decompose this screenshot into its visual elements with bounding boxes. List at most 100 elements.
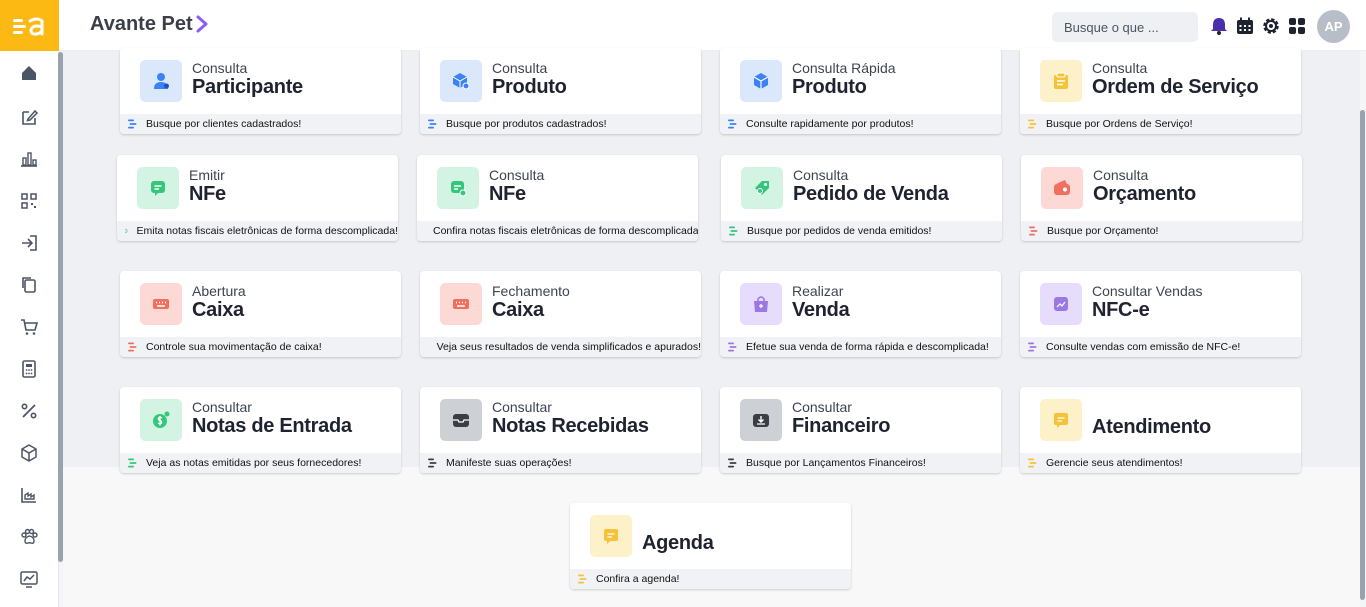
shortcut-card[interactable]: Consulta Orçamento Busque por Orçamento! <box>1021 155 1302 241</box>
card-footer: Veja seus resultados de venda simplifica… <box>420 337 701 357</box>
bar-chart-icon <box>21 152 37 167</box>
card-icon-box <box>140 283 182 325</box>
service-order-icon <box>1054 72 1068 89</box>
shortcut-card[interactable]: Abertura Caixa Controle sua movimentação… <box>120 271 401 357</box>
shortcut-card[interactable]: Consulta Ordem de Serviço Busque por Ord… <box>1020 48 1301 134</box>
shortcut-card[interactable]: Emitir NFe Emita notas fiscais eletrônic… <box>117 155 398 241</box>
sidebar-item-login[interactable] <box>18 232 40 254</box>
sidebar-item-edit[interactable] <box>18 106 40 128</box>
trend-chart-icon <box>20 571 38 588</box>
lines-icon <box>128 119 137 129</box>
main-scrollbar[interactable] <box>1360 110 1365 600</box>
card-subtitle: Consultar <box>492 399 552 415</box>
card-title: Participante <box>192 76 303 98</box>
card-title: NFe <box>189 183 226 205</box>
card-description: Busque por Orçamento! <box>1047 225 1159 237</box>
card-icon-box <box>437 167 479 209</box>
wallet-icon <box>1054 180 1070 195</box>
card-title: Financeiro <box>792 415 891 437</box>
sidebar-item-home[interactable] <box>18 62 40 84</box>
sidebar-item-box[interactable] <box>18 442 40 464</box>
sidebar-item-paw[interactable] <box>18 526 40 548</box>
gear-icon[interactable] <box>1261 16 1281 36</box>
invoice-icon <box>151 181 165 196</box>
shortcut-card[interactable]: Realizar Venda Efetue sua venda de forma… <box>720 271 1001 357</box>
login-icon <box>22 235 37 251</box>
paw-icon <box>21 528 38 544</box>
shortcut-card[interactable]: Fechamento Caixa Veja seus resultados de… <box>420 271 701 357</box>
sidebar-item-calculator[interactable] <box>18 358 40 380</box>
card-icon-box <box>140 399 182 441</box>
card-description: Gerencie seus atendimentos! <box>1046 457 1183 469</box>
lines-icon <box>1028 458 1037 468</box>
calendar-icon[interactable] <box>1235 16 1255 36</box>
percent-icon <box>21 403 37 419</box>
cart-icon <box>21 319 39 335</box>
lines-icon <box>729 226 738 236</box>
apps-grid-icon[interactable] <box>1287 16 1307 36</box>
card-description: Consulte rapidamente por produtos! <box>746 118 914 130</box>
card-subtitle: Consultar Vendas <box>1092 283 1203 299</box>
card-description: Confira notas fiscais eletrônicas de for… <box>433 225 698 237</box>
sidebar-item-trend-chart[interactable] <box>18 568 40 590</box>
chat-icon <box>1054 413 1068 428</box>
sidebar-item-cart[interactable] <box>18 316 40 338</box>
card-icon-box <box>740 60 782 102</box>
card-title: Produto <box>792 76 867 98</box>
shortcut-card[interactable]: Consulta Participante Busque por cliente… <box>120 48 401 134</box>
box-search-icon <box>452 73 470 90</box>
card-title: Notas Recebidas <box>492 415 649 437</box>
card-title: Caixa <box>192 299 244 321</box>
card-description: Busque por Ordens de Serviço! <box>1046 118 1193 130</box>
top-bar: Avante Pet AP <box>59 0 1366 51</box>
sidebar-item-bar-chart[interactable] <box>18 148 40 170</box>
card-icon-box <box>137 167 179 209</box>
shortcut-card[interactable]: Consultar Financeiro Busque por Lançamen… <box>720 387 1001 473</box>
card-description: Busque por produtos cadastrados! <box>446 118 607 130</box>
qr-code-icon <box>21 193 37 209</box>
card-footer: Busque por Lançamentos Financeiros! <box>720 453 1001 473</box>
shortcut-card[interactable]: Consulta NFe Confira notas fiscais eletr… <box>417 155 698 241</box>
lines-icon <box>428 458 437 468</box>
page-title: Avante Pet <box>90 13 193 35</box>
card-title: NFe <box>489 183 526 205</box>
card-title: Pedido de Venda <box>793 183 949 205</box>
money-icon <box>153 411 170 428</box>
card-footer: Confira a agenda! <box>570 569 851 589</box>
chevron-right-icon[interactable] <box>195 14 209 34</box>
notification-bell-icon[interactable] <box>1209 16 1229 36</box>
user-icon <box>154 73 169 89</box>
card-subtitle: Fechamento <box>492 283 570 299</box>
lines-icon <box>125 229 129 233</box>
shortcut-card[interactable]: Consultar Notas de Entrada Veja as notas… <box>120 387 401 473</box>
sidebar-item-copy[interactable] <box>18 274 40 296</box>
shortcut-card[interactable]: Consulta Rápida Produto Consulte rapidam… <box>720 48 1001 134</box>
shortcut-card[interactable]: Agenda Confira a agenda! <box>570 503 851 589</box>
shortcut-card[interactable]: Atendimento Gerencie seus atendimentos! <box>1020 387 1301 473</box>
lines-icon <box>1028 119 1037 129</box>
card-icon-box <box>140 60 182 102</box>
card-icon-box <box>440 283 482 325</box>
sidebar-item-factory-chart[interactable] <box>18 484 40 506</box>
shortcut-card[interactable]: Consultar Vendas NFC-e Consulte vendas c… <box>1020 271 1301 357</box>
shortcut-card[interactable]: Consulta Pedido de Venda Busque por pedi… <box>721 155 1002 241</box>
logo-icon <box>12 17 43 36</box>
search-input[interactable] <box>1052 12 1198 42</box>
card-icon-box <box>1040 399 1082 441</box>
shortcut-card[interactable]: Consulta Produto Busque por produtos cad… <box>420 48 701 134</box>
card-footer: Emita notas fiscais eletrônicas de forma… <box>117 221 398 241</box>
shortcut-card[interactable]: Consultar Notas Recebidas Manifeste suas… <box>420 387 701 473</box>
card-footer: Consulte rapidamente por produtos! <box>720 114 1001 134</box>
card-subtitle: Consulta Rápida <box>792 60 896 76</box>
sidebar-item-qr-code[interactable] <box>18 190 40 212</box>
avatar[interactable]: AP <box>1317 10 1350 43</box>
keyboard-icon <box>153 299 169 309</box>
home-icon <box>22 66 36 80</box>
card-subtitle: Consulta <box>1092 60 1148 76</box>
keyboard-icon <box>453 299 469 309</box>
app-logo[interactable] <box>0 0 59 51</box>
sidebar-item-percent[interactable] <box>18 400 40 422</box>
card-footer: Veja as notas emitidas por seus forneced… <box>120 453 401 473</box>
card-title: Agenda <box>642 532 714 554</box>
card-icon-box <box>440 399 482 441</box>
